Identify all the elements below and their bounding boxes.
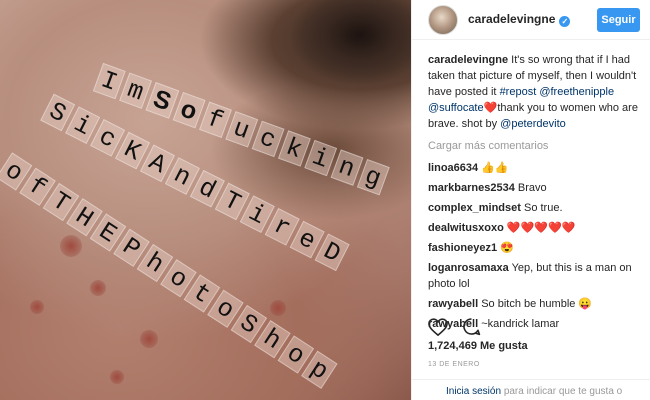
comment-icon[interactable] <box>462 317 481 336</box>
comment-text: ~kandrick lamar <box>481 318 560 330</box>
comment-item: dealwitusxoxo ❤️❤️❤️❤️❤️ <box>428 220 640 236</box>
post-actions <box>428 317 481 336</box>
load-more-comments-link[interactable]: Cargar más comentarios <box>428 138 640 154</box>
comment-username[interactable]: complex_mindset <box>428 202 521 214</box>
comment-username[interactable]: markbarnes2534 <box>428 182 515 194</box>
comment-username[interactable]: fashioneyez1 <box>428 242 497 254</box>
likes-count[interactable]: 1,724,469 Me gusta <box>428 340 528 352</box>
avatar[interactable] <box>428 4 458 35</box>
post-photo[interactable]: ImSofucking SicKAndTireD ofTHEPhotoShop <box>0 0 411 400</box>
login-text: para indicar que te gusta o <box>503 386 623 397</box>
login-link[interactable]: Inicia sesión <box>446 386 501 397</box>
comment-username[interactable]: rawyabell <box>428 298 478 310</box>
post-caption: caradelevingne It's so wrong that if I h… <box>428 52 640 132</box>
header-username[interactable]: caradelevingne ✓ <box>468 12 571 27</box>
post-date[interactable]: 13 DE ENERO <box>428 361 480 368</box>
mention-link[interactable]: @suffocate <box>428 102 484 114</box>
comment-text: So true. <box>523 202 563 214</box>
hashtag-link[interactable]: #repost <box>500 86 537 98</box>
heart-icon[interactable] <box>428 317 448 336</box>
comment-text: ❤️❤️❤️❤️❤️ <box>506 222 576 234</box>
comment-item: markbarnes2534 Bravo <box>428 180 640 196</box>
mention-link[interactable]: @freethenipple <box>539 86 614 98</box>
login-prompt: Inicia sesión para indicar que te gusta … <box>412 379 650 400</box>
mention-link[interactable]: @peterdevito <box>500 118 566 130</box>
username-text[interactable]: caradelevingne <box>468 12 555 26</box>
sticker-line-1: ImSofucking <box>92 62 390 196</box>
post-header: caradelevingne ✓ Seguir <box>412 0 650 40</box>
letter-stickers: ImSofucking SicKAndTireD ofTHEPhotoShop <box>0 0 411 400</box>
comment-item: rawyabell So bitch be humble 😛 <box>428 296 640 312</box>
comment-username[interactable]: loganrosamaxa <box>428 262 509 274</box>
comment-text: So bitch be humble 😛 <box>481 298 593 310</box>
comment-item: complex_mindset So true. <box>428 200 640 216</box>
comment-item: fashioneyez1 😍 <box>428 240 640 256</box>
post-sidebar: caradelevingne ✓ Seguir caradelevingne It… <box>411 0 650 400</box>
verified-badge-icon: ✓ <box>559 16 571 27</box>
comment-text: Bravo <box>517 182 547 194</box>
follow-button[interactable]: Seguir <box>597 7 640 32</box>
comment-item: linoa6634 👍👍 <box>428 160 640 176</box>
letter-sticker: g <box>356 158 390 196</box>
comment-username[interactable]: dealwitusxoxo <box>428 222 504 234</box>
comment-username[interactable]: linoa6634 <box>428 162 478 174</box>
comment-item: loganrosamaxa Yep, but this is a man on … <box>428 260 640 292</box>
sticker-line-3: ofTHEPhotoShop <box>0 152 338 389</box>
heart-emoji: ❤️ <box>483 102 498 114</box>
comments-section: caradelevingne It's so wrong that if I h… <box>412 40 650 332</box>
comment-text: 👍👍 <box>481 162 509 174</box>
caption-username[interactable]: caradelevingne <box>428 54 508 66</box>
comment-text: 😍 <box>500 242 514 254</box>
